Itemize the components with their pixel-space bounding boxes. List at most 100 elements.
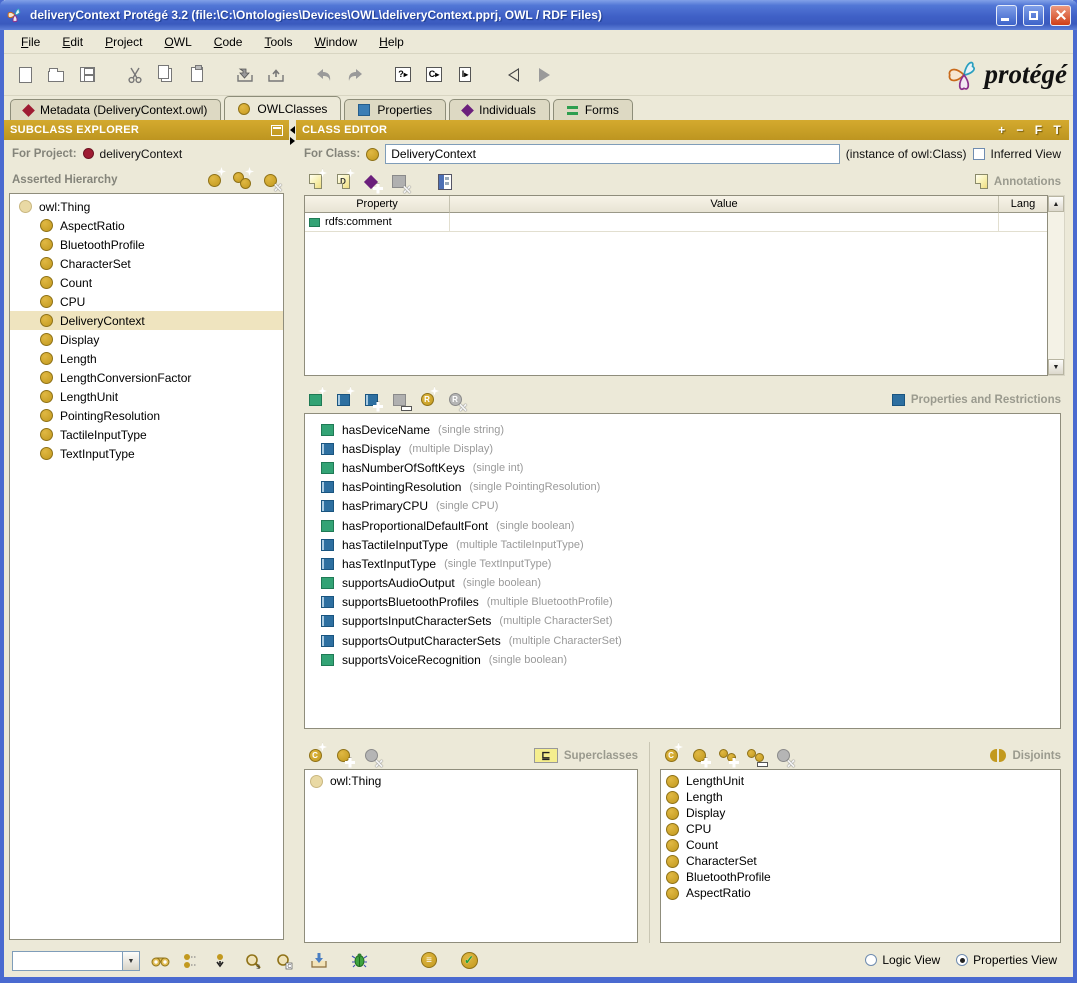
annotation-lang[interactable] (999, 213, 1047, 231)
delete-restriction-icon[interactable] (444, 390, 466, 410)
combo-dropdown-icon[interactable]: ▼ (122, 952, 139, 970)
add-superclass-icon[interactable] (332, 746, 354, 766)
menu-item[interactable]: File (10, 31, 51, 53)
annotations-scrollbar[interactable]: ▲ ▼ (1048, 195, 1065, 376)
tab[interactable]: OWLClasses (224, 96, 341, 120)
class-tree-item[interactable]: CPU (10, 292, 283, 311)
menu-item[interactable]: Tools (253, 31, 303, 53)
navigate-forward-icon[interactable] (531, 62, 557, 88)
delete-annotation-icon[interactable] (388, 172, 410, 192)
paste-icon[interactable] (184, 62, 210, 88)
property-item[interactable]: hasDeviceName (single string) (305, 420, 1060, 439)
check-circle-icon[interactable] (458, 950, 480, 970)
class-tree-item[interactable]: Display (10, 330, 283, 349)
forms-config-icon[interactable]: F (1033, 123, 1045, 137)
menu-item[interactable]: OWL (153, 31, 202, 53)
property-item[interactable]: supportsOutputCharacterSets (multiple Ch… (305, 631, 1060, 650)
menu-item[interactable]: Code (203, 31, 254, 53)
class-tree-item[interactable]: LengthUnit (10, 387, 283, 406)
tab[interactable]: Individuals (449, 99, 550, 120)
annotation-form-icon[interactable] (434, 172, 456, 192)
scroll-up-icon[interactable]: ▲ (1048, 196, 1064, 212)
expand-all-icon[interactable] (180, 951, 202, 971)
collapse-right-icon[interactable] (290, 137, 295, 145)
archive-export-icon[interactable] (263, 62, 289, 88)
scroll-down-icon[interactable]: ▼ (1048, 359, 1064, 375)
property-item[interactable]: hasPointingResolution (single PointingRe… (305, 478, 1060, 497)
add-property-icon[interactable] (360, 390, 382, 410)
tree-root-item[interactable]: owl:Thing (10, 197, 283, 216)
create-annotation-d-icon[interactable] (332, 172, 354, 192)
redo-icon[interactable] (342, 62, 368, 88)
new-project-icon[interactable] (12, 62, 38, 88)
title-config-icon[interactable]: T (1051, 123, 1063, 137)
remove-disjoint-icon[interactable] (772, 746, 794, 766)
menu-item[interactable]: Edit (51, 31, 94, 53)
class-tree-item[interactable]: PointingResolution (10, 406, 283, 425)
maximize-button[interactable] (1023, 5, 1044, 26)
create-datatype-property-icon[interactable] (304, 390, 326, 410)
tab[interactable]: Properties (344, 99, 446, 120)
menu-item[interactable]: Window (303, 31, 368, 53)
class-tree-item[interactable]: Count (10, 273, 283, 292)
cut-icon[interactable] (122, 62, 148, 88)
navigate-back-icon[interactable] (500, 62, 526, 88)
tray-download-icon[interactable] (308, 950, 330, 970)
panel-splitter[interactable] (289, 120, 296, 977)
instance-cursor-icon[interactable]: I (452, 62, 478, 88)
minimize-button[interactable] (996, 5, 1017, 26)
disjoint-item[interactable]: CPU (661, 821, 1060, 837)
detach-view-icon[interactable] (271, 125, 283, 136)
query-cursor-icon[interactable]: ? (390, 62, 416, 88)
disjoint-item[interactable]: Count (661, 837, 1060, 853)
save-project-icon[interactable] (74, 62, 100, 88)
create-subclass-icon[interactable] (231, 170, 253, 190)
create-annotation-icon[interactable] (304, 172, 326, 192)
annotation-value[interactable] (450, 213, 999, 231)
remove-superclass-icon[interactable] (360, 746, 382, 766)
remove-property-icon[interactable] (388, 390, 410, 410)
remove-all-siblings-icon[interactable] (744, 746, 766, 766)
annotation-row[interactable]: rdfs:comment (305, 213, 1047, 232)
bug-icon[interactable] (348, 950, 370, 970)
property-item[interactable]: supportsVoiceRecognition (single boolean… (305, 650, 1060, 669)
class-tree-item[interactable]: BluetoothProfile (10, 235, 283, 254)
find-restriction-icon[interactable]: ∃ (242, 951, 264, 971)
create-superclass-icon[interactable] (304, 746, 326, 766)
inferred-view-checkbox[interactable] (973, 148, 985, 160)
disjoint-item[interactable]: Display (661, 805, 1060, 821)
archive-import-icon[interactable] (232, 62, 258, 88)
add-all-siblings-icon[interactable] (716, 746, 738, 766)
disjoint-item[interactable]: BluetoothProfile (661, 869, 1060, 885)
tab[interactable]: Forms (553, 99, 633, 120)
class-tree-item[interactable]: LengthConversionFactor (10, 368, 283, 387)
collapse-left-icon[interactable] (290, 126, 295, 134)
open-project-icon[interactable] (43, 62, 69, 88)
disjoint-item[interactable]: LengthUnit (661, 773, 1060, 789)
remove-widget-icon[interactable]: − (1014, 123, 1025, 137)
property-item[interactable]: hasNumberOfSoftKeys (single int) (305, 458, 1060, 477)
disjoint-item[interactable]: Length (661, 789, 1060, 805)
property-item[interactable]: hasProportionalDefaultFont (single boole… (305, 516, 1060, 535)
property-item[interactable]: hasPrimaryCPU (single CPU) (305, 497, 1060, 516)
menu-item[interactable]: Project (94, 31, 153, 53)
close-button[interactable] (1050, 5, 1071, 26)
create-restriction-icon[interactable] (416, 390, 438, 410)
class-tree-item[interactable]: DeliveryContext (10, 311, 283, 330)
delete-class-icon[interactable] (259, 170, 281, 190)
class-tree-item[interactable]: TactileInputType (10, 425, 283, 444)
property-item[interactable]: hasTactileInputType (multiple TactileInp… (305, 535, 1060, 554)
add-individual-annotation-icon[interactable] (360, 172, 382, 192)
disjoint-item[interactable]: CharacterSet (661, 853, 1060, 869)
class-cursor-icon[interactable]: C (421, 62, 447, 88)
property-item[interactable]: hasDisplay (multiple Display) (305, 439, 1060, 458)
logic-view-radio[interactable]: Logic View (865, 953, 940, 967)
class-tree-item[interactable]: CharacterSet (10, 254, 283, 273)
class-tree-item[interactable]: Length (10, 349, 283, 368)
find-input[interactable] (13, 952, 122, 970)
superclass-item[interactable]: owl:Thing (305, 773, 637, 789)
copy-icon[interactable] (153, 62, 179, 88)
undo-icon[interactable] (311, 62, 337, 88)
menu-circle-icon[interactable] (418, 950, 440, 970)
find-combobox[interactable]: ▼ (12, 951, 140, 971)
